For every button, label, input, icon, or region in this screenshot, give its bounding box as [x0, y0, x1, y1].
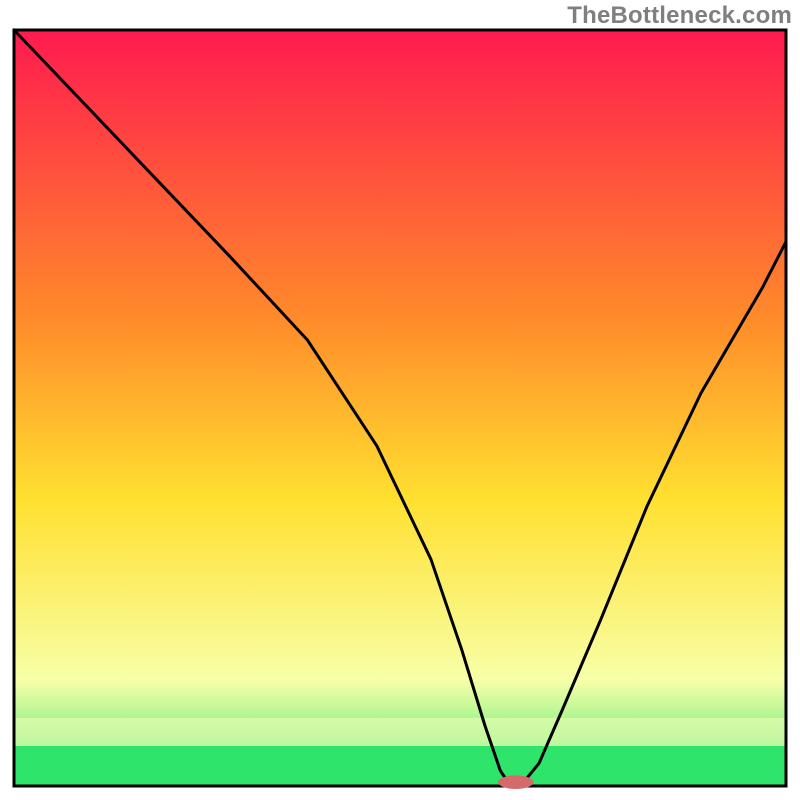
bottleneck-chart	[0, 0, 800, 800]
optimum-marker	[498, 775, 534, 789]
chart-stage: TheBottleneck.com	[0, 0, 800, 800]
plot-area	[14, 30, 786, 789]
green-baseline-band	[14, 746, 786, 786]
gradient-background	[14, 30, 786, 786]
